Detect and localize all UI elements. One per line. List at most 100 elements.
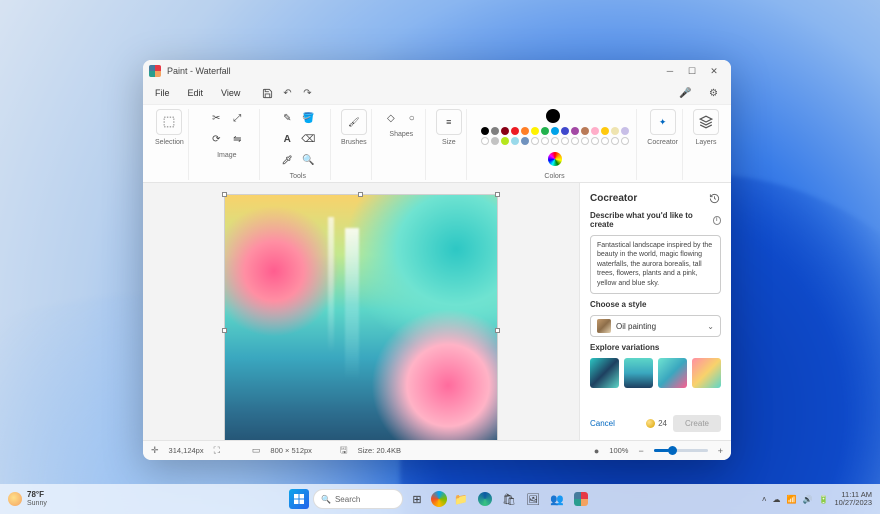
swatch[interactable] [621, 127, 629, 135]
swatch-empty[interactable] [551, 137, 559, 145]
variation-thumb[interactable] [658, 358, 687, 388]
taskbar-app-explorer[interactable]: 📁 [451, 489, 471, 509]
swatch[interactable] [521, 127, 529, 135]
swatch[interactable] [601, 127, 609, 135]
swatch-empty[interactable] [561, 137, 569, 145]
swatch[interactable] [481, 137, 489, 145]
maximize-button[interactable]: ☐ [681, 60, 703, 82]
selection-tool[interactable] [156, 109, 182, 135]
tray-battery-icon[interactable]: 🔋 [818, 495, 828, 504]
settings-icon[interactable]: ⚙ [709, 88, 723, 99]
swatch-empty[interactable] [531, 137, 539, 145]
swatch[interactable] [551, 127, 559, 135]
swatch[interactable] [611, 127, 619, 135]
fit-icon[interactable]: ⛶ [214, 445, 220, 456]
history-icon[interactable] [707, 191, 721, 205]
canvas-area[interactable] [143, 183, 579, 440]
swatch-empty[interactable] [571, 137, 579, 145]
autosave-icon[interactable]: ● [594, 446, 599, 456]
taskbar-search[interactable]: 🔍 Search [313, 489, 403, 509]
swatch[interactable] [501, 137, 509, 145]
eraser-icon[interactable]: ⌫ [299, 130, 317, 148]
text-icon[interactable]: A [278, 130, 296, 148]
mic-icon[interactable]: 🎤 [679, 88, 693, 99]
tray-network-icon[interactable]: 📶 [787, 495, 797, 504]
layers-button[interactable] [693, 109, 719, 135]
swatch[interactable] [511, 137, 519, 145]
resize-handle[interactable] [222, 328, 227, 333]
weather-widget[interactable]: 78°F Sunny [8, 491, 47, 507]
edit-colors-icon[interactable] [545, 149, 565, 169]
canvas[interactable] [225, 195, 497, 440]
swatch-empty[interactable] [541, 137, 549, 145]
variation-thumb[interactable] [590, 358, 619, 388]
swatch[interactable] [541, 127, 549, 135]
crop-icon[interactable]: ✂ [207, 109, 225, 127]
cocreator-button[interactable]: ✦ [650, 109, 676, 135]
swatch[interactable] [491, 137, 499, 145]
ribbon-label-tools: Tools [290, 173, 306, 180]
swatch-empty[interactable] [621, 137, 629, 145]
tray-onedrive-icon[interactable]: ☁ [773, 495, 781, 504]
swatch[interactable] [531, 127, 539, 135]
pencil-icon[interactable]: ✎ [278, 109, 296, 127]
cancel-button[interactable]: Cancel [590, 419, 615, 428]
save-icon[interactable] [260, 86, 274, 100]
tray-volume-icon[interactable]: 🔊 [803, 495, 813, 504]
variation-thumb[interactable] [624, 358, 653, 388]
resize-icon[interactable]: ⤢ [228, 109, 246, 127]
rotate-icon[interactable]: ⟳ [207, 130, 225, 148]
zoom-out-icon[interactable]: − [638, 446, 643, 456]
start-button[interactable] [289, 489, 309, 509]
resize-handle[interactable] [358, 192, 363, 197]
zoom-in-icon[interactable]: + [718, 446, 723, 456]
zoom-icon[interactable]: 🔍 [299, 151, 317, 169]
taskbar-app-paint[interactable] [571, 489, 591, 509]
shapes-button[interactable]: ◇ [382, 109, 400, 127]
menu-view[interactable]: View [217, 86, 244, 100]
info-icon[interactable]: i [713, 216, 722, 225]
undo-icon[interactable]: ↶ [280, 86, 294, 100]
swatch[interactable] [491, 127, 499, 135]
brushes-button[interactable]: 🖌 [341, 109, 367, 135]
taskbar-app-edge[interactable] [475, 489, 495, 509]
swatch[interactable] [481, 127, 489, 135]
resize-handle[interactable] [222, 192, 227, 197]
swatch-empty[interactable] [581, 137, 589, 145]
redo-icon[interactable]: ↷ [300, 86, 314, 100]
swatch-empty[interactable] [591, 137, 599, 145]
taskbar-clock[interactable]: 11:11 AM 10/27/2023 [834, 491, 872, 508]
swatch[interactable] [561, 127, 569, 135]
eyedrop-icon[interactable] [278, 151, 296, 169]
taskbar-app-photos[interactable]: 🖼 [523, 489, 543, 509]
prompt-textarea[interactable]: Fantastical landscape inspired by the be… [590, 235, 721, 294]
current-color-1[interactable] [546, 109, 560, 123]
flip-icon[interactable]: ⇋ [228, 130, 246, 148]
swatch-empty[interactable] [601, 137, 609, 145]
resize-handle[interactable] [495, 328, 500, 333]
swatch[interactable] [581, 127, 589, 135]
swatch[interactable] [591, 127, 599, 135]
style-dropdown[interactable]: Oil painting ⌄ [590, 315, 721, 337]
swatch[interactable] [511, 127, 519, 135]
task-view-icon[interactable]: ⊞ [407, 489, 427, 509]
minimize-button[interactable]: ─ [659, 60, 681, 82]
taskbar-app-teams[interactable]: 👥 [547, 489, 567, 509]
swatch[interactable] [501, 127, 509, 135]
menu-edit[interactable]: Edit [184, 86, 208, 100]
swatch[interactable] [571, 127, 579, 135]
fill-icon[interactable]: 🪣 [299, 109, 317, 127]
variation-thumb[interactable] [692, 358, 721, 388]
resize-handle[interactable] [495, 192, 500, 197]
taskbar-app-store[interactable]: 🛍 [499, 489, 519, 509]
taskbar-app-copilot[interactable] [431, 491, 447, 507]
create-button[interactable]: Create [673, 415, 721, 432]
swatch[interactable] [521, 137, 529, 145]
zoom-slider[interactable] [654, 449, 708, 452]
menu-file[interactable]: File [151, 86, 174, 100]
close-button[interactable]: ✕ [703, 60, 725, 82]
outline-button[interactable]: ○ [403, 109, 421, 127]
swatch-empty[interactable] [611, 137, 619, 145]
size-button[interactable]: ≡ [436, 109, 462, 135]
tray-chevron-icon[interactable]: ˄ [762, 495, 767, 504]
